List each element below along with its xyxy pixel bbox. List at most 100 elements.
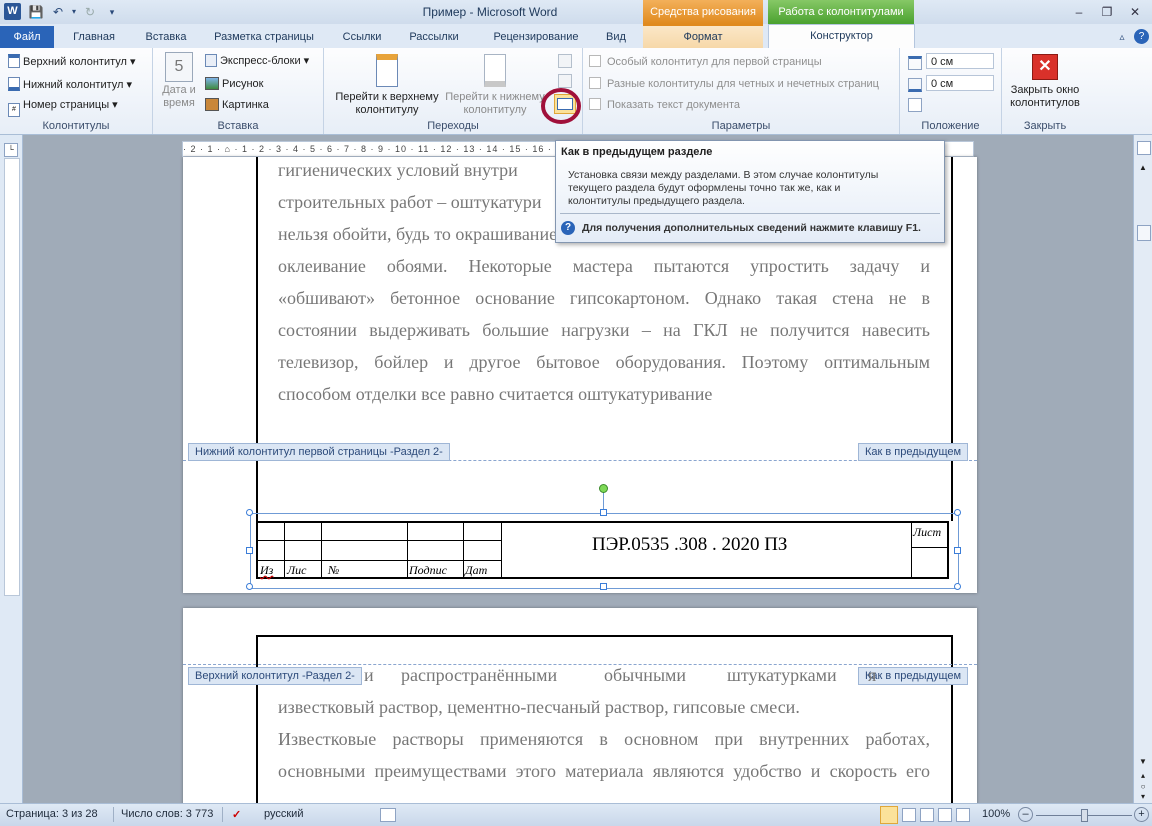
help-icon[interactable]: ? xyxy=(1134,29,1149,44)
zoom-slider-thumb[interactable] xyxy=(1081,809,1088,822)
word-count[interactable]: Число слов: 3 773 xyxy=(121,808,213,820)
zoom-out-icon[interactable]: – xyxy=(1018,807,1033,822)
undo-dropdown-icon[interactable]: ▾ xyxy=(66,4,82,20)
first-page-checkbox[interactable]: Особый колонтитул для первой страницы xyxy=(589,55,822,68)
header-button[interactable]: Верхний колонтитул ▾ xyxy=(8,54,136,68)
prev-page-icon[interactable]: ▴ xyxy=(1137,771,1149,781)
proofing-icon[interactable]: ✓ xyxy=(232,808,241,821)
red-circle-annotation xyxy=(541,88,581,124)
macro-record-icon[interactable] xyxy=(380,808,396,822)
goto-header-icon xyxy=(376,54,398,87)
redo-icon[interactable]: ↻ xyxy=(82,4,98,20)
browse-object-icon[interactable]: ○ xyxy=(1137,782,1149,792)
footer-section-label: Нижний колонтитул первой страницы -Разде… xyxy=(188,443,450,461)
resize-handle-se[interactable] xyxy=(954,583,961,590)
vertical-scrollbar[interactable]: ▲ ▼ ▴ ○ ▾ xyxy=(1133,135,1152,803)
customize-toolbar-icon[interactable]: ▾ xyxy=(104,4,120,20)
zoom-in-icon[interactable]: + xyxy=(1134,807,1149,822)
previous-section-icon[interactable] xyxy=(558,54,572,68)
tab-format[interactable]: Формат xyxy=(643,24,763,50)
scroll-down-icon[interactable]: ▼ xyxy=(1137,757,1149,769)
vertical-ruler[interactable] xyxy=(4,158,20,596)
insert-alignment-tab-icon[interactable] xyxy=(908,98,922,112)
tab-design[interactable]: Конструктор xyxy=(768,24,915,49)
language[interactable]: русский xyxy=(264,808,303,820)
help-circle-icon: ? xyxy=(561,221,575,235)
ribbon-tab-row: Файл Главная Вставка Разметка страницы С… xyxy=(0,24,1152,50)
resize-handle-e[interactable] xyxy=(954,547,961,554)
tab-page-layout[interactable]: Разметка страницы xyxy=(206,26,322,48)
close-red-x-icon: ✕ xyxy=(1032,54,1058,80)
footer-icon xyxy=(8,77,20,91)
rotate-handle[interactable] xyxy=(599,484,608,493)
show-document-text-checkbox[interactable]: Показать текст документа xyxy=(589,98,740,111)
page-2-body-text[interactable]: и распространёнными обычными штукатуркам… xyxy=(278,659,930,787)
collapse-ribbon-icon[interactable]: ▵ xyxy=(1114,30,1130,46)
close-window-icon[interactable]: ✕ xyxy=(1124,3,1146,21)
page-number-icon: # xyxy=(8,103,20,117)
tab-insert[interactable]: Вставка xyxy=(134,26,198,48)
ruler-toggle-icon[interactable]: └ xyxy=(4,143,18,157)
outline-view-icon[interactable] xyxy=(938,808,952,822)
footer-button[interactable]: Нижний колонтитул ▾ xyxy=(8,77,132,91)
quick-parts-button[interactable]: Экспресс-блоки ▾ xyxy=(205,54,309,67)
scroll-up-icon[interactable]: ▲ xyxy=(1137,163,1149,175)
window-title: Пример - Microsoft Word xyxy=(422,5,558,19)
undo-icon[interactable]: ↶ xyxy=(50,4,66,20)
restore-icon[interactable]: ❐ xyxy=(1096,3,1118,21)
group-position: 0 см 0 см Положение xyxy=(900,48,1002,134)
full-screen-view-icon[interactable] xyxy=(902,808,916,822)
context-tab-header-footer-tools: Работа с колонтитулами xyxy=(768,0,914,24)
print-layout-view-icon[interactable] xyxy=(880,806,898,824)
group-label: Параметры xyxy=(711,120,771,132)
scroll-thumb[interactable] xyxy=(1137,225,1151,241)
footer-position-icon xyxy=(908,78,922,92)
word-app-icon[interactable]: W xyxy=(4,3,21,20)
goto-footer-button[interactable]: Перейти к нижнему колонтитулу xyxy=(442,54,548,117)
picture-button[interactable]: Рисунок xyxy=(205,77,264,90)
tooltip-title: Как в предыдущем разделе xyxy=(561,146,713,158)
draft-view-icon[interactable] xyxy=(956,808,970,822)
tooltip-help-text: Для получения дополнительных сведений на… xyxy=(582,222,921,234)
view-ruler-icon[interactable] xyxy=(1137,141,1151,155)
status-bar: Страница: 3 из 28 Число слов: 3 773 ✓ ру… xyxy=(0,803,1152,826)
group-insert: 5 Дата и время Экспресс-блоки ▾ Рисунок К… xyxy=(153,48,324,134)
goto-footer-icon xyxy=(484,54,506,87)
page-number-button[interactable]: # Номер страницы ▾ xyxy=(8,98,118,117)
zoom-level[interactable]: 100% xyxy=(982,808,1010,820)
web-layout-view-icon[interactable] xyxy=(920,808,934,822)
group-label: Вставка xyxy=(217,120,259,132)
clipart-button[interactable]: Картинка xyxy=(205,98,269,111)
group-header-footer: Верхний колонтитул ▾ Нижний колонтитул ▾… xyxy=(0,48,153,134)
quick-parts-icon xyxy=(205,54,217,67)
minimize-icon[interactable]: – xyxy=(1068,3,1090,21)
resize-handle-ne[interactable] xyxy=(954,509,961,516)
resize-handle-w[interactable] xyxy=(246,547,253,554)
resize-handle-n[interactable] xyxy=(600,509,607,516)
selection-frame xyxy=(250,513,959,589)
next-page-icon[interactable]: ▾ xyxy=(1137,792,1149,802)
close-header-footer-button[interactable]: ✕ Закрыть окно колонтитулов xyxy=(1004,54,1086,110)
tab-mailings[interactable]: Рассылки xyxy=(402,26,466,48)
header-position-icon xyxy=(908,56,922,70)
group-label: Закрыть xyxy=(1023,120,1067,132)
resize-handle-nw[interactable] xyxy=(246,509,253,516)
footer-position-input[interactable]: 0 см xyxy=(926,75,994,91)
resize-handle-sw[interactable] xyxy=(246,583,253,590)
tab-references[interactable]: Ссылки xyxy=(330,26,394,48)
tab-review[interactable]: Рецензирование xyxy=(474,26,598,48)
clipart-icon xyxy=(205,98,219,111)
tab-view[interactable]: Вид xyxy=(598,26,634,48)
calendar-icon: 5 xyxy=(165,52,193,82)
goto-header-button[interactable]: Перейти к верхнему колонтитулу xyxy=(328,54,446,117)
tab-file[interactable]: Файл xyxy=(0,26,54,48)
group-close: ✕ Закрыть окно колонтитулов Закрыть xyxy=(1002,48,1088,134)
date-time-button[interactable]: 5 Дата и время xyxy=(157,52,201,110)
page-count[interactable]: Страница: 3 из 28 xyxy=(6,808,98,820)
header-position-input[interactable]: 0 см xyxy=(926,53,994,69)
tooltip-description: Установка связи между разделами. В этом … xyxy=(568,169,879,207)
odd-even-checkbox[interactable]: Разные колонтитулы для четных и нечетных… xyxy=(589,77,879,90)
tab-home[interactable]: Главная xyxy=(62,26,126,48)
resize-handle-s[interactable] xyxy=(600,583,607,590)
save-icon[interactable]: 💾 xyxy=(28,4,44,20)
